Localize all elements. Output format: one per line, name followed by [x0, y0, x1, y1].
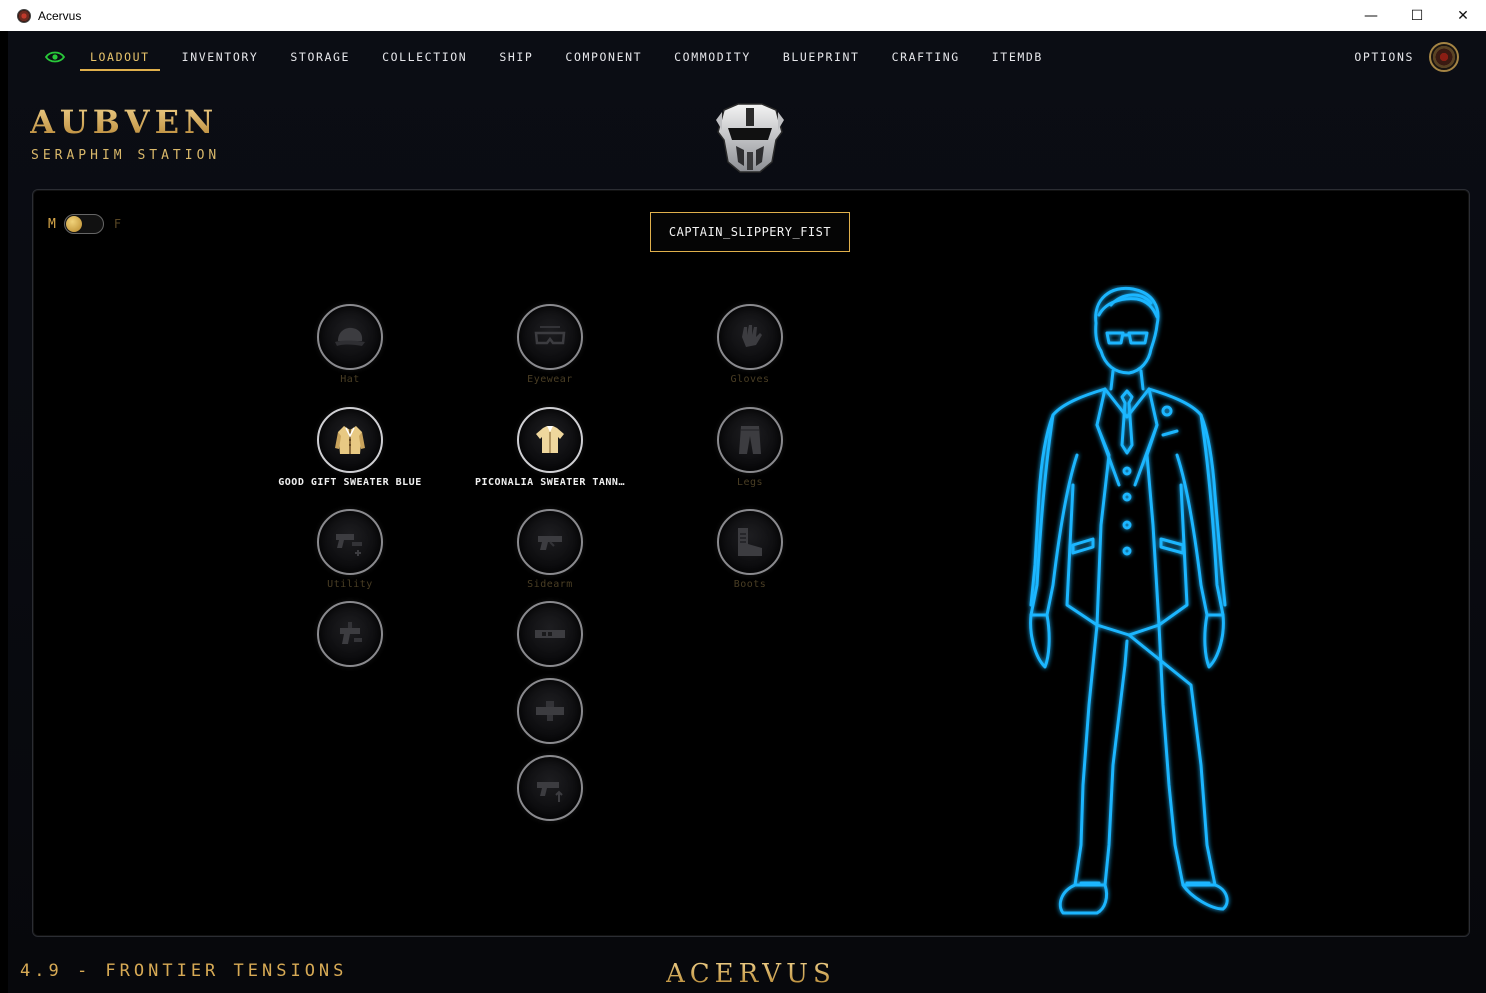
slot-utility-button[interactable]: [317, 509, 383, 575]
maximize-button[interactable]: ☐: [1394, 0, 1440, 31]
options-button[interactable]: OPTIONS: [1354, 31, 1414, 83]
app-window: LOADOUT INVENTORY STORAGE COLLECTION SHI…: [8, 31, 1486, 993]
slot-utility-tool[interactable]: [275, 601, 425, 667]
gender-toggle-group: M F: [48, 214, 121, 234]
tab-blueprint[interactable]: BLUEPRINT: [773, 31, 870, 83]
slot-eyewear[interactable]: Eyewear: [475, 304, 625, 385]
loadout-panel: M F CAPTAIN_SLIPPERY_FIST Hat GOOD GIFT …: [32, 189, 1470, 937]
tab-storage[interactable]: STORAGE: [280, 31, 360, 83]
tab-crafting[interactable]: CRAFTING: [882, 31, 970, 83]
boots-icon: [738, 528, 762, 556]
version-label: 4.9 - FRONTIER TENSIONS: [20, 961, 348, 981]
pants-icon: [739, 426, 761, 454]
toggle-knob: [65, 216, 82, 232]
slot-legs-label: Legs: [736, 477, 764, 488]
slot-utility[interactable]: Utility: [275, 509, 425, 590]
window-title: Acervus: [38, 8, 82, 23]
station-subtitle: SERAPHIM STATION: [31, 148, 221, 163]
slot-weapon-1[interactable]: [475, 601, 625, 667]
slot-legs-button[interactable]: [717, 407, 783, 473]
pistol-icon: [538, 536, 562, 550]
gender-female-label: F: [113, 217, 122, 231]
slot-gloves[interactable]: Gloves: [675, 304, 825, 385]
slot-weapon-3[interactable]: [475, 755, 625, 821]
slot-hat-label: Hat: [340, 374, 360, 385]
tab-loadout[interactable]: LOADOUT: [80, 31, 160, 83]
gender-male-label: M: [48, 216, 56, 232]
brand-logo: ACERVUS: [666, 959, 836, 989]
tab-collection[interactable]: COLLECTION: [372, 31, 477, 83]
helmet-logo-icon: [716, 103, 784, 173]
app-icon: [17, 8, 31, 23]
slot-hat[interactable]: Hat: [275, 304, 425, 385]
slot-torso[interactable]: GOOD GIFT SWEATER BLUE: [275, 407, 425, 488]
slot-hat-button[interactable]: [317, 304, 383, 370]
avatar[interactable]: [1429, 42, 1459, 72]
close-button[interactable]: ✕: [1440, 0, 1486, 31]
slot-gloves-label: Gloves: [730, 374, 770, 385]
slot-undershirt-button[interactable]: [517, 407, 583, 473]
slot-sidearm[interactable]: Sidearm: [475, 509, 625, 590]
slot-eyewear-button[interactable]: [517, 304, 583, 370]
glove-icon: [742, 325, 762, 347]
tab-commodity[interactable]: COMMODITY: [664, 31, 761, 83]
slot-boots-button[interactable]: [717, 509, 783, 575]
tab-component[interactable]: COMPONENT: [555, 31, 652, 83]
multitool-icon: [340, 622, 362, 644]
slot-undershirt-label: PICONALIA SWEATER TANNE…: [475, 477, 625, 488]
slot-torso-label: GOOD GIFT SWEATER BLUE: [278, 477, 422, 488]
tab-ship[interactable]: SHIP: [489, 31, 543, 83]
slot-utility-label: Utility: [327, 579, 373, 590]
minimize-button[interactable]: —: [1348, 0, 1394, 31]
tab-inventory[interactable]: INVENTORY: [172, 31, 269, 83]
rifle-icon: [535, 630, 565, 638]
slot-weapon-2[interactable]: [475, 678, 625, 744]
slot-weapon-3-button[interactable]: [517, 755, 583, 821]
window-titlebar: Acervus — ☐ ✕: [0, 0, 1486, 31]
slot-sidearm-label: Sidearm: [527, 579, 573, 590]
player-name-box[interactable]: CAPTAIN_SLIPPERY_FIST: [650, 212, 850, 252]
nav-tabs: LOADOUT INVENTORY STORAGE COLLECTION SHI…: [80, 31, 1065, 83]
utility-tool-icon: [336, 534, 362, 556]
slot-boots-label: Boots: [733, 579, 767, 590]
slot-legs[interactable]: Legs: [675, 407, 825, 488]
slot-sidearm-button[interactable]: [517, 509, 583, 575]
slot-eyewear-label: Eyewear: [527, 374, 573, 385]
tab-itemdb[interactable]: ITEMDB: [982, 31, 1053, 83]
goggles-icon: [534, 326, 566, 345]
location-title: AUBVEN: [30, 103, 219, 141]
slot-gloves-button[interactable]: [717, 304, 783, 370]
slot-weapon-1-button[interactable]: [517, 601, 583, 667]
top-nav: LOADOUT INVENTORY STORAGE COLLECTION SHI…: [8, 31, 1486, 83]
shirt-icon: [536, 426, 564, 453]
slot-torso-button[interactable]: [317, 407, 383, 473]
launcher-icon: [536, 701, 564, 721]
hat-icon: [335, 327, 365, 346]
window-controls: — ☐ ✕: [1348, 0, 1486, 31]
smg-upgrade-icon: [537, 782, 563, 802]
gender-toggle[interactable]: [63, 214, 104, 234]
slot-weapon-2-button[interactable]: [517, 678, 583, 744]
slot-undershirt[interactable]: PICONALIA SWEATER TANNE…: [475, 407, 625, 488]
slot-boots[interactable]: Boots: [675, 509, 825, 590]
eye-icon[interactable]: [45, 50, 65, 64]
character-figure: [1029, 286, 1229, 915]
slot-utility-tool-button[interactable]: [317, 601, 383, 667]
coat-icon: [335, 426, 365, 454]
